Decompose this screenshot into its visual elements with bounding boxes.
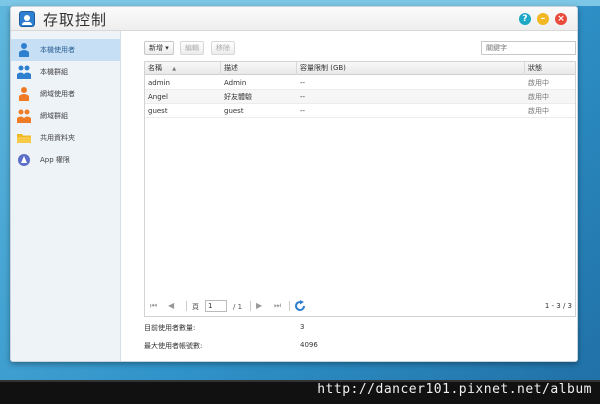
- watermark-url: http://dancer101.pixnet.net/album: [317, 382, 592, 397]
- sidebar-item-label: 本機群組: [40, 68, 68, 76]
- cell-name: guest: [148, 107, 168, 115]
- sidebar-item-label: 共用資料夾: [40, 134, 75, 142]
- cell-status: 啟用中: [528, 93, 549, 101]
- table-row[interactable]: admin Admin -- 啟用中: [145, 76, 575, 90]
- sidebar-item-domain-groups[interactable]: 網域群組: [11, 105, 120, 127]
- sidebar-item-label: 網域群組: [40, 112, 68, 120]
- local-user-icon: [19, 43, 29, 57]
- window-title: 存取控制: [43, 11, 108, 29]
- local-group-icon: [17, 65, 31, 79]
- cell-quota: --: [300, 93, 306, 101]
- create-button[interactable]: 新增 ▾: [144, 41, 174, 55]
- help-button[interactable]: ?: [519, 13, 531, 25]
- separator: [250, 301, 251, 311]
- search-input[interactable]: 關鍵字: [481, 41, 576, 55]
- edit-button[interactable]: 編輯: [180, 41, 204, 55]
- sort-ascending-icon: ▲: [172, 66, 177, 72]
- pagination-bar: ⏮ ◀ 頁 1 / 1 ▶ ⏭ 1 - 3 / 3: [144, 299, 576, 315]
- next-page-icon[interactable]: ▶: [256, 301, 262, 311]
- sidebar-item-app-permissions[interactable]: App 權限: [11, 149, 120, 171]
- table-header: 名稱 ▲ 描述 容量限制 (GB) 狀態: [145, 62, 575, 75]
- table-row[interactable]: Angel 好友體驗 -- 啟用中: [145, 90, 575, 104]
- users-table: 名稱 ▲ 描述 容量限制 (GB) 狀態 admin Admin -- 啟用中 …: [144, 61, 576, 317]
- main-content: 新增 ▾ 編輯 移除 關鍵字 名稱 ▲ 描述 容量限制 (GB) 狀態 admi…: [122, 31, 577, 361]
- cell-quota: --: [300, 79, 306, 87]
- sidebar-item-local-users[interactable]: 本機使用者: [11, 39, 120, 61]
- cell-description: Admin: [224, 79, 247, 87]
- column-header-description[interactable]: 描述: [221, 62, 297, 75]
- sidebar-item-label: 網域使用者: [40, 90, 75, 98]
- cell-status: 啟用中: [528, 79, 549, 87]
- separator: [186, 301, 187, 311]
- first-page-icon[interactable]: ⏮: [150, 301, 157, 311]
- cell-description: 好友體驗: [224, 93, 252, 101]
- cell-name: Angel: [148, 93, 168, 101]
- domain-group-icon: [17, 109, 31, 123]
- access-control-window: 存取控制 ? – × 本機使用者 本機群組 網域使用者 網域群組 共用資料夾 A…: [10, 6, 578, 362]
- previous-page-icon[interactable]: ◀: [168, 301, 174, 311]
- sidebar-item-shared-folders[interactable]: 共用資料夾: [11, 127, 120, 149]
- cell-description: guest: [224, 107, 244, 115]
- max-users-value: 4096: [300, 341, 318, 349]
- cell-name: admin: [148, 79, 170, 87]
- remove-button[interactable]: 移除: [211, 41, 235, 55]
- page-label: 頁: [192, 303, 199, 311]
- column-header-status[interactable]: 狀態: [525, 62, 575, 75]
- title-bar[interactable]: 存取控制 ? – ×: [11, 7, 577, 31]
- chevron-down-icon: ▾: [165, 44, 169, 52]
- current-users-value: 3: [300, 323, 305, 331]
- separator: [289, 301, 290, 311]
- create-button-label: 新增: [149, 44, 163, 52]
- page-number-input[interactable]: 1: [205, 300, 227, 312]
- column-header-name[interactable]: 名稱 ▲: [145, 62, 221, 75]
- table-row[interactable]: guest guest -- 啟用中: [145, 104, 575, 118]
- cell-status: 啟用中: [528, 107, 549, 115]
- cell-quota: --: [300, 107, 306, 115]
- page-total: / 1: [233, 303, 243, 311]
- sidebar: 本機使用者 本機群組 網域使用者 網域群組 共用資料夾 App 權限: [11, 31, 121, 361]
- app-permission-icon: [18, 154, 30, 166]
- current-users-label: 目前使用者數量:: [144, 324, 196, 332]
- shared-folder-icon: [17, 134, 31, 143]
- refresh-icon[interactable]: [294, 300, 306, 312]
- record-count: 1 - 3 / 3: [544, 302, 572, 310]
- sidebar-item-local-groups[interactable]: 本機群組: [11, 61, 120, 83]
- close-button[interactable]: ×: [555, 13, 567, 25]
- access-control-app-icon: [19, 11, 35, 27]
- minimize-button[interactable]: –: [537, 13, 549, 25]
- sidebar-item-domain-users[interactable]: 網域使用者: [11, 83, 120, 105]
- last-page-icon[interactable]: ⏭: [274, 301, 281, 311]
- sidebar-item-label: 本機使用者: [40, 46, 75, 54]
- domain-user-icon: [19, 87, 29, 101]
- sidebar-item-label: App 權限: [40, 156, 70, 164]
- max-users-label: 最大使用者帳號數:: [144, 342, 203, 350]
- column-header-quota[interactable]: 容量限制 (GB): [297, 62, 525, 75]
